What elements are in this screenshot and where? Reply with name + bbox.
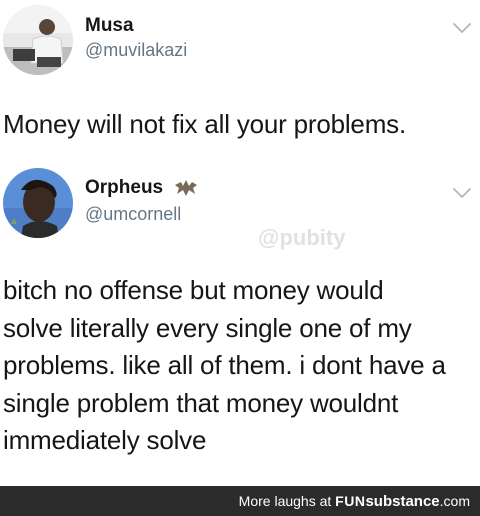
tweet-text-line: problems. like all of them. i dont have … <box>3 350 446 380</box>
tweet-text-line: immediately solve <box>3 425 207 455</box>
tweet-musa: Musa @muvilakazi Money will not fix all … <box>0 0 480 160</box>
footer-prefix: More laughs at <box>238 493 332 509</box>
tweet-text-line: single problem that money wouldnt <box>3 387 399 418</box>
username-handle[interactable]: @muvilakazi <box>85 39 187 61</box>
avatar-photo-musa <box>3 5 73 75</box>
footer-bar: More laughs at FUNsubstance.com <box>0 486 480 516</box>
tweet-text-line: bitch no offense but money would <box>3 275 384 305</box>
display-name[interactable]: Musa <box>85 15 134 37</box>
brand-fun: FUN <box>335 493 366 509</box>
avatar-photo-orpheus <box>3 168 73 238</box>
footer-credit[interactable]: More laughs at FUNsubstance.com <box>239 492 470 511</box>
brand-substance: substance <box>365 493 440 510</box>
display-name[interactable]: Orpheus <box>85 177 163 199</box>
avatar[interactable] <box>3 168 73 238</box>
username-handle[interactable]: @umcornell <box>85 203 181 225</box>
avatar[interactable] <box>3 5 73 75</box>
chevron-down-icon[interactable] <box>452 186 472 200</box>
tweet-orpheus: Orpheus @umcornell bitch no offense but … <box>0 160 480 485</box>
tweet-text: bitch no offense but money would solve l… <box>3 272 474 460</box>
tweet-text-line: solve literally every single one of my <box>3 312 412 343</box>
brand-domain: .com <box>439 493 470 509</box>
tweet-text: Money will not fix all your problems. <box>3 109 406 139</box>
bat-icon <box>175 180 197 196</box>
chevron-down-icon[interactable] <box>452 21 472 35</box>
